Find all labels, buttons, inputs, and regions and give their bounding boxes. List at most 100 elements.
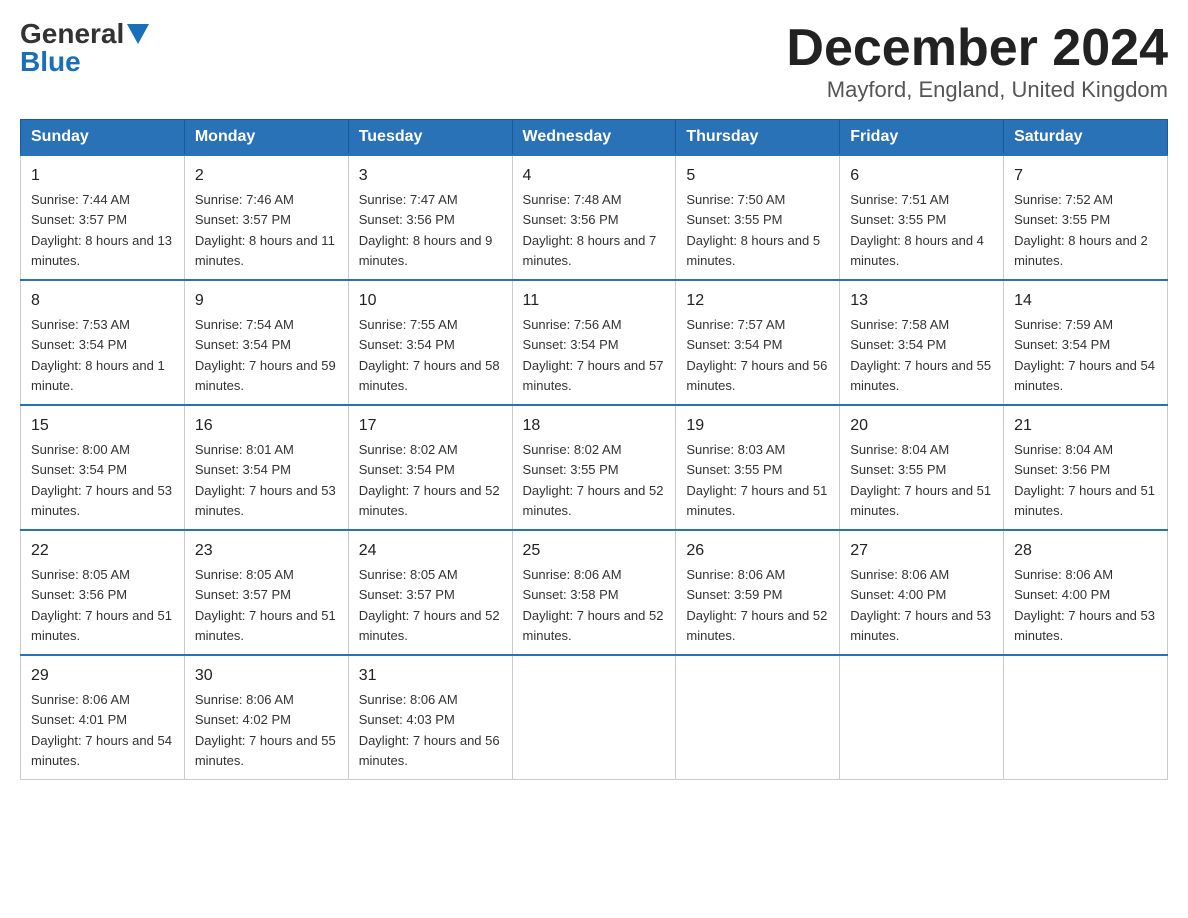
day-number: 12 bbox=[686, 289, 829, 313]
day-info: Sunrise: 8:06 AMSunset: 4:01 PMDaylight:… bbox=[31, 692, 172, 768]
calendar-day-25: 25Sunrise: 8:06 AMSunset: 3:58 PMDayligh… bbox=[512, 530, 676, 655]
day-number: 13 bbox=[850, 289, 993, 313]
day-info: Sunrise: 8:00 AMSunset: 3:54 PMDaylight:… bbox=[31, 442, 172, 518]
day-number: 21 bbox=[1014, 414, 1157, 438]
page-header: General Blue December 2024 Mayford, Engl… bbox=[20, 20, 1168, 103]
day-number: 1 bbox=[31, 164, 174, 188]
calendar-day-8: 8Sunrise: 7:53 AMSunset: 3:54 PMDaylight… bbox=[21, 280, 185, 405]
calendar-day-1: 1 Sunrise: 7:44 AMSunset: 3:57 PMDaylight… bbox=[21, 155, 185, 280]
day-number: 3 bbox=[359, 164, 502, 188]
calendar-day-20: 20 Sunrise: 8:04 AMSunset: 3:55 PMDayligh… bbox=[840, 405, 1004, 530]
day-info: Sunrise: 7:57 AMSunset: 3:54 PMDaylight:… bbox=[686, 317, 827, 393]
calendar-day-16: 16 Sunrise: 8:01 AMSunset: 3:54 PMDayligh… bbox=[184, 405, 348, 530]
day-number: 29 bbox=[31, 664, 174, 688]
calendar-week-row: 8Sunrise: 7:53 AMSunset: 3:54 PMDaylight… bbox=[21, 280, 1168, 405]
day-number: 11 bbox=[523, 289, 666, 313]
calendar-day-5: 5Sunrise: 7:50 AMSunset: 3:55 PMDaylight… bbox=[676, 155, 840, 280]
logo-blue-text: Blue bbox=[20, 48, 81, 76]
day-number: 20 bbox=[850, 414, 993, 438]
logo-general-text: General bbox=[20, 20, 124, 48]
calendar-day-13: 13 Sunrise: 7:58 AMSunset: 3:54 PMDayligh… bbox=[840, 280, 1004, 405]
day-number: 16 bbox=[195, 414, 338, 438]
calendar-day-15: 15 Sunrise: 8:00 AMSunset: 3:54 PMDayligh… bbox=[21, 405, 185, 530]
day-info: Sunrise: 7:53 AMSunset: 3:54 PMDaylight:… bbox=[31, 317, 165, 393]
calendar-day-7: 7Sunrise: 7:52 AMSunset: 3:55 PMDaylight… bbox=[1004, 155, 1168, 280]
day-header-monday: Monday bbox=[184, 120, 348, 156]
calendar-day-24: 24 Sunrise: 8:05 AMSunset: 3:57 PMDayligh… bbox=[348, 530, 512, 655]
logo-general-line: General bbox=[20, 20, 149, 48]
day-number: 22 bbox=[31, 539, 174, 563]
day-number: 24 bbox=[359, 539, 502, 563]
calendar-day-14: 14 Sunrise: 7:59 AMSunset: 3:54 PMDayligh… bbox=[1004, 280, 1168, 405]
day-info: Sunrise: 8:04 AMSunset: 3:56 PMDaylight:… bbox=[1014, 442, 1155, 518]
day-number: 10 bbox=[359, 289, 502, 313]
calendar-day-19: 19 Sunrise: 8:03 AMSunset: 3:55 PMDayligh… bbox=[676, 405, 840, 530]
calendar-day-empty bbox=[840, 655, 1004, 780]
day-number: 6 bbox=[850, 164, 993, 188]
day-info: Sunrise: 8:05 AMSunset: 3:57 PMDaylight:… bbox=[359, 567, 500, 643]
day-info: Sunrise: 8:06 AMSunset: 3:58 PMDaylight:… bbox=[523, 567, 664, 643]
day-number: 14 bbox=[1014, 289, 1157, 313]
day-number: 23 bbox=[195, 539, 338, 563]
day-number: 5 bbox=[686, 164, 829, 188]
calendar-day-4: 4 Sunrise: 7:48 AMSunset: 3:56 PMDaylight… bbox=[512, 155, 676, 280]
day-info: Sunrise: 7:56 AMSunset: 3:54 PMDaylight:… bbox=[523, 317, 664, 393]
calendar-day-10: 10Sunrise: 7:55 AMSunset: 3:54 PMDayligh… bbox=[348, 280, 512, 405]
day-info: Sunrise: 8:01 AMSunset: 3:54 PMDaylight:… bbox=[195, 442, 336, 518]
title-block: December 2024 Mayford, England, United K… bbox=[786, 20, 1168, 103]
calendar-day-11: 11 Sunrise: 7:56 AMSunset: 3:54 PMDayligh… bbox=[512, 280, 676, 405]
calendar-day-27: 27 Sunrise: 8:06 AMSunset: 4:00 PMDayligh… bbox=[840, 530, 1004, 655]
calendar-day-28: 28Sunrise: 8:06 AMSunset: 4:00 PMDayligh… bbox=[1004, 530, 1168, 655]
day-info: Sunrise: 7:59 AMSunset: 3:54 PMDaylight:… bbox=[1014, 317, 1155, 393]
calendar-day-21: 21 Sunrise: 8:04 AMSunset: 3:56 PMDayligh… bbox=[1004, 405, 1168, 530]
day-info: Sunrise: 7:48 AMSunset: 3:56 PMDaylight:… bbox=[523, 192, 657, 268]
calendar-day-empty bbox=[676, 655, 840, 780]
day-info: Sunrise: 8:05 AMSunset: 3:57 PMDaylight:… bbox=[195, 567, 336, 643]
day-info: Sunrise: 8:02 AMSunset: 3:54 PMDaylight:… bbox=[359, 442, 500, 518]
calendar-day-12: 12 Sunrise: 7:57 AMSunset: 3:54 PMDayligh… bbox=[676, 280, 840, 405]
day-info: Sunrise: 8:04 AMSunset: 3:55 PMDaylight:… bbox=[850, 442, 991, 518]
location: Mayford, England, United Kingdom bbox=[786, 77, 1168, 103]
day-number: 15 bbox=[31, 414, 174, 438]
day-number: 17 bbox=[359, 414, 502, 438]
day-info: Sunrise: 8:06 AMSunset: 4:03 PMDaylight:… bbox=[359, 692, 500, 768]
day-number: 19 bbox=[686, 414, 829, 438]
day-header-thursday: Thursday bbox=[676, 120, 840, 156]
day-info: Sunrise: 7:51 AMSunset: 3:55 PMDaylight:… bbox=[850, 192, 984, 268]
day-info: Sunrise: 7:52 AMSunset: 3:55 PMDaylight:… bbox=[1014, 192, 1148, 268]
day-info: Sunrise: 8:02 AMSunset: 3:55 PMDaylight:… bbox=[523, 442, 664, 518]
calendar-week-row: 1 Sunrise: 7:44 AMSunset: 3:57 PMDaylight… bbox=[21, 155, 1168, 280]
logo: General Blue bbox=[20, 20, 149, 76]
calendar-day-9: 9 Sunrise: 7:54 AMSunset: 3:54 PMDaylight… bbox=[184, 280, 348, 405]
day-info: Sunrise: 8:06 AMSunset: 4:02 PMDaylight:… bbox=[195, 692, 336, 768]
day-number: 18 bbox=[523, 414, 666, 438]
calendar-day-22: 22 Sunrise: 8:05 AMSunset: 3:56 PMDayligh… bbox=[21, 530, 185, 655]
day-info: Sunrise: 7:54 AMSunset: 3:54 PMDaylight:… bbox=[195, 317, 336, 393]
day-info: Sunrise: 7:47 AMSunset: 3:56 PMDaylight:… bbox=[359, 192, 493, 268]
calendar-week-row: 29 Sunrise: 8:06 AMSunset: 4:01 PMDayligh… bbox=[21, 655, 1168, 780]
day-header-wednesday: Wednesday bbox=[512, 120, 676, 156]
day-number: 27 bbox=[850, 539, 993, 563]
day-header-saturday: Saturday bbox=[1004, 120, 1168, 156]
calendar-day-empty bbox=[1004, 655, 1168, 780]
day-number: 31 bbox=[359, 664, 502, 688]
calendar-day-3: 3 Sunrise: 7:47 AMSunset: 3:56 PMDaylight… bbox=[348, 155, 512, 280]
calendar-day-29: 29 Sunrise: 8:06 AMSunset: 4:01 PMDayligh… bbox=[21, 655, 185, 780]
month-title: December 2024 bbox=[786, 20, 1168, 77]
calendar-day-18: 18 Sunrise: 8:02 AMSunset: 3:55 PMDayligh… bbox=[512, 405, 676, 530]
day-info: Sunrise: 7:44 AMSunset: 3:57 PMDaylight:… bbox=[31, 192, 172, 268]
day-info: Sunrise: 8:05 AMSunset: 3:56 PMDaylight:… bbox=[31, 567, 172, 643]
day-number: 9 bbox=[195, 289, 338, 313]
day-number: 26 bbox=[686, 539, 829, 563]
calendar-day-30: 30 Sunrise: 8:06 AMSunset: 4:02 PMDayligh… bbox=[184, 655, 348, 780]
calendar-day-23: 23 Sunrise: 8:05 AMSunset: 3:57 PMDayligh… bbox=[184, 530, 348, 655]
day-number: 28 bbox=[1014, 539, 1157, 563]
day-info: Sunrise: 8:03 AMSunset: 3:55 PMDaylight:… bbox=[686, 442, 827, 518]
logo-triangle-icon bbox=[127, 24, 149, 44]
day-info: Sunrise: 8:06 AMSunset: 4:00 PMDaylight:… bbox=[850, 567, 991, 643]
day-info: Sunrise: 7:58 AMSunset: 3:54 PMDaylight:… bbox=[850, 317, 991, 393]
calendar-day-empty bbox=[512, 655, 676, 780]
day-header-tuesday: Tuesday bbox=[348, 120, 512, 156]
day-number: 30 bbox=[195, 664, 338, 688]
day-number: 4 bbox=[523, 164, 666, 188]
